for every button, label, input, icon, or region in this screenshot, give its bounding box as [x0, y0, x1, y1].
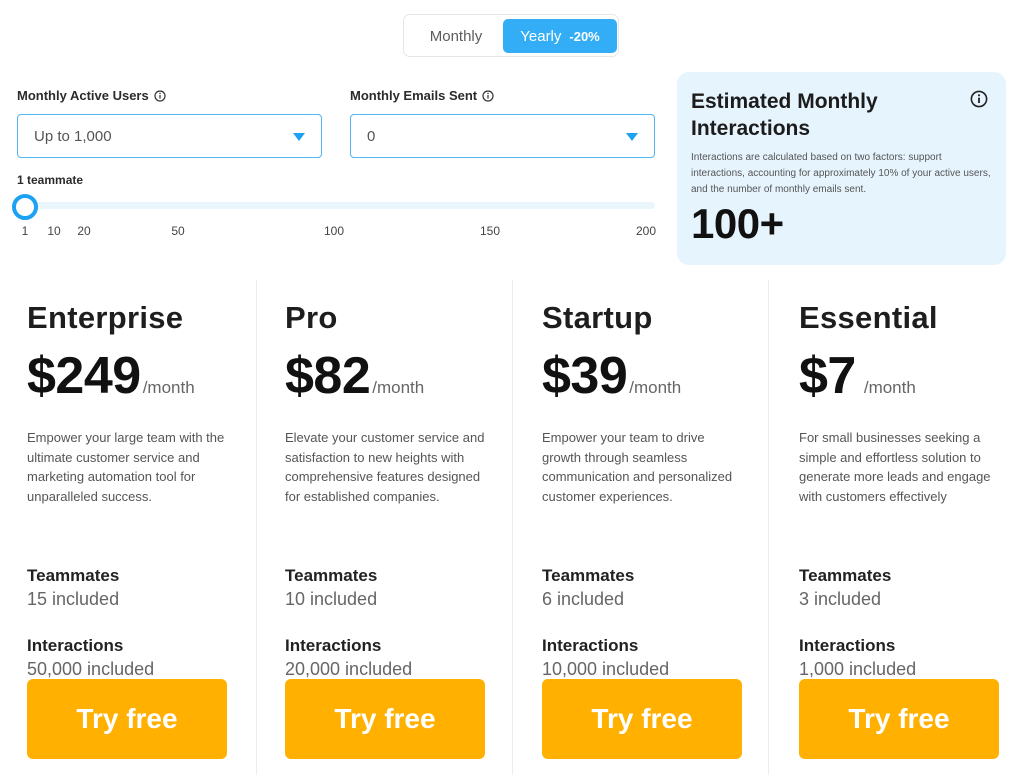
plan-card-essential: Essential $7 /month For small businesses… — [768, 280, 1024, 775]
info-icon[interactable] — [482, 89, 494, 102]
teammate-slider-track[interactable] — [22, 202, 655, 209]
feature-title: Interactions — [799, 636, 896, 655]
plan-name: Pro — [285, 300, 338, 335]
price-period: /month — [863, 378, 916, 397]
price-period: /month — [372, 378, 425, 397]
info-icon[interactable] — [154, 89, 166, 102]
feature-title: Interactions — [542, 636, 639, 655]
plan-price: $7 — [799, 347, 856, 405]
yearly-option[interactable]: Yearly -20% — [503, 19, 617, 53]
plan-price: $249 — [27, 347, 141, 405]
emails-sent-value: 0 — [367, 127, 376, 145]
feature-title: Teammates — [799, 566, 892, 585]
teammate-count-label: 1 teammate — [17, 173, 84, 187]
price-period: /month — [142, 378, 195, 397]
feature-value: 1,000 included — [799, 659, 917, 679]
plan-price: $39 — [542, 347, 628, 405]
plan-description: Elevate your customer service and satisf… — [285, 430, 485, 504]
try-free-button[interactable]: Try free — [542, 679, 742, 759]
active-users-select[interactable]: Up to 1,000 — [17, 114, 322, 158]
emails-sent-label: Monthly Emails Sent — [350, 88, 494, 103]
feature-value: 10 included — [285, 589, 378, 609]
emails-sent-select[interactable]: 0 — [350, 114, 655, 158]
plan-description: Empower your team to drive growth throug… — [542, 430, 733, 504]
feature-title: Interactions — [27, 636, 124, 655]
teammates-feature: Teammates 15 included — [27, 566, 257, 628]
chevron-down-icon — [626, 133, 638, 141]
price-row: $39 /month — [542, 344, 769, 402]
feature-value: 15 included — [27, 589, 120, 609]
plan-card-pro: Pro $82 /month Elevate your customer ser… — [256, 280, 513, 775]
price-row: $249 /month — [27, 344, 257, 402]
billing-toggle: Monthly Yearly -20% — [403, 14, 619, 57]
feature-title: Teammates — [27, 566, 120, 585]
feature-value: 3 included — [799, 589, 882, 609]
info-icon[interactable] — [970, 90, 988, 108]
teammates-feature: Teammates 6 included — [542, 566, 769, 628]
feature-title: Teammates — [285, 566, 378, 585]
try-free-button[interactable]: Try free — [799, 679, 999, 759]
discount-badge: -20% — [569, 28, 600, 44]
estimate-title: Estimated Monthly Interactions — [691, 90, 878, 140]
feature-value: 6 included — [542, 589, 625, 609]
plan-price: $82 — [285, 347, 371, 405]
active-users-label-text: Monthly Active Users — [17, 88, 149, 103]
slider-tick: 100 — [323, 224, 345, 238]
active-users-value: Up to 1,000 — [34, 127, 112, 145]
plan-name: Essential — [799, 300, 938, 335]
price-row: $82 /month — [285, 344, 513, 402]
plan-name: Startup — [542, 300, 653, 335]
feature-value: 20,000 included — [285, 659, 413, 679]
active-users-label: Monthly Active Users — [17, 88, 166, 103]
monthly-option[interactable]: Monthly — [408, 19, 504, 53]
plan-description: Empower your large team with the ultimat… — [27, 430, 225, 504]
slider-tick: 10 — [47, 224, 61, 238]
price-period: /month — [629, 378, 682, 397]
slider-tick: 150 — [479, 224, 501, 238]
yearly-label: Yearly — [520, 27, 562, 45]
teammate-slider-thumb[interactable] — [12, 194, 38, 220]
feature-value: 10,000 included — [542, 659, 670, 679]
slider-tick: 20 — [77, 224, 91, 238]
estimate-value: 100+ — [691, 200, 784, 247]
plan-card-enterprise: Enterprise $249 /month Empower your larg… — [0, 280, 257, 775]
try-free-button[interactable]: Try free — [27, 679, 227, 759]
emails-sent-label-text: Monthly Emails Sent — [350, 88, 478, 103]
price-row: $7 /month — [799, 344, 1024, 402]
estimate-card: Estimated Monthly Interactions Interacti… — [677, 72, 1006, 265]
teammates-feature: Teammates 10 included — [285, 566, 513, 628]
try-free-button[interactable]: Try free — [285, 679, 485, 759]
feature-title: Interactions — [285, 636, 382, 655]
slider-tick: 1 — [21, 224, 29, 238]
chevron-down-icon — [293, 133, 305, 141]
slider-tick: 50 — [171, 224, 185, 238]
estimate-description: Interactions are calculated based on two… — [691, 152, 991, 195]
feature-value: 50,000 included — [27, 659, 155, 679]
teammates-feature: Teammates 3 included — [799, 566, 1024, 628]
plan-name: Enterprise — [27, 300, 184, 335]
plan-card-startup: Startup $39 /month Empower your team to … — [512, 280, 769, 775]
slider-tick: 200 — [635, 224, 657, 238]
plan-description: For small businesses seeking a simple an… — [799, 430, 991, 504]
feature-title: Teammates — [542, 566, 635, 585]
